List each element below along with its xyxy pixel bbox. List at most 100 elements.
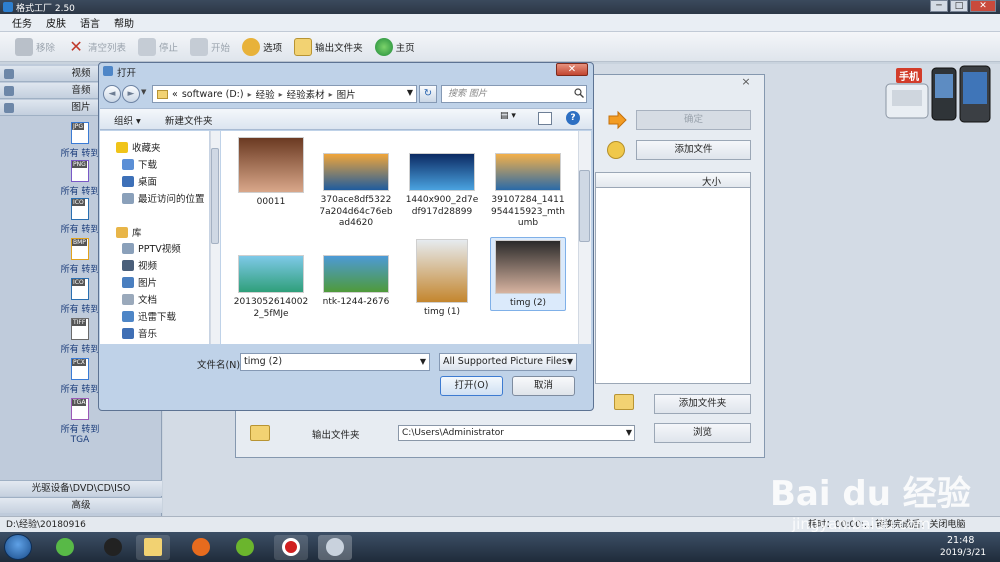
- image-thumbnail: [495, 240, 561, 294]
- menu-help[interactable]: 帮助: [114, 15, 134, 30]
- file-thumbnail[interactable]: ntk-1244-2676: [318, 237, 394, 309]
- address-dropdown-icon[interactable]: ▼: [407, 88, 413, 97]
- file-format-icon: ICO: [71, 278, 89, 300]
- download-folder-icon: [122, 158, 134, 170]
- taskbar-app-recorder[interactable]: [274, 535, 308, 560]
- nav-item[interactable]: PPTV视频: [122, 241, 181, 255]
- dialog-close-button[interactable]: ✕: [556, 63, 588, 76]
- image-thumbnail: [238, 255, 304, 293]
- category-optical[interactable]: 光驱设备\DVD\CD\ISO: [0, 480, 162, 496]
- filename-input[interactable]: timg (2) ▼: [240, 353, 430, 371]
- start-button[interactable]: 开始: [187, 37, 233, 56]
- nav-pane-scroll-thumb[interactable]: [211, 148, 219, 244]
- clock-time[interactable]: 21:48: [947, 535, 974, 546]
- nav-item[interactable]: 音乐: [122, 326, 157, 340]
- forward-button[interactable]: ►: [122, 85, 140, 103]
- start-button[interactable]: [4, 534, 32, 560]
- preview-pane-button[interactable]: [538, 112, 552, 125]
- home-button[interactable]: 主页: [372, 37, 418, 56]
- taskbar-app-explorer[interactable]: [136, 535, 170, 560]
- maximize-button[interactable]: □: [950, 0, 968, 12]
- panel-close-button[interactable]: ×: [738, 76, 754, 88]
- ok-button[interactable]: 确定: [636, 110, 751, 130]
- back-button[interactable]: ◄: [103, 85, 121, 103]
- change-view-button[interactable]: ▤ ▾: [500, 111, 528, 127]
- nav-item-label: 视频: [138, 261, 158, 272]
- stop-button[interactable]: 停止: [135, 37, 181, 56]
- open-button[interactable]: 打开(O): [440, 376, 503, 396]
- nav-item[interactable]: 下载: [122, 157, 157, 171]
- breadcrumb-pictures[interactable]: 图片: [337, 87, 356, 101]
- file-name: 1440x900_2d7edf917d28899: [405, 195, 479, 217]
- help-icon[interactable]: ?: [566, 111, 580, 125]
- cancel-button[interactable]: 取消: [512, 376, 575, 396]
- file-view-scroll-thumb[interactable]: [579, 170, 590, 242]
- taskbar-app-360[interactable]: [48, 535, 82, 560]
- breadcrumb-overflow[interactable]: «: [172, 89, 178, 100]
- new-folder-button[interactable]: 新建文件夹: [165, 113, 213, 127]
- search-input[interactable]: 搜索 图片: [441, 85, 587, 103]
- menu-skin[interactable]: 皮肤: [46, 15, 66, 30]
- options-button[interactable]: 选项: [239, 37, 285, 56]
- file-thumbnail[interactable]: 1440x900_2d7edf917d28899: [404, 135, 480, 218]
- nav-item[interactable]: 文档: [122, 292, 157, 306]
- taskbar-app-player[interactable]: [228, 535, 262, 560]
- nav-item[interactable]: 图片: [122, 275, 157, 289]
- remove-button[interactable]: 移除: [12, 37, 58, 56]
- clear-list-button[interactable]: ✕ 清空列表: [64, 37, 129, 56]
- pictures-library-icon: [122, 276, 134, 288]
- refresh-button[interactable]: ↻: [419, 85, 437, 103]
- file-thumbnail[interactable]: timg (1): [404, 237, 480, 319]
- breadcrumb-jingyan[interactable]: 经验: [256, 87, 275, 101]
- nav-item[interactable]: 桌面: [122, 174, 157, 188]
- nav-item[interactable]: 收藏夹: [116, 140, 161, 154]
- nav-item-label: 图片: [138, 278, 158, 289]
- options-icon: [242, 37, 261, 56]
- minimize-button[interactable]: ─: [930, 0, 948, 12]
- add-file-button[interactable]: 添加文件: [636, 140, 751, 160]
- file-thumbnail[interactable]: 00011: [233, 135, 309, 209]
- menu-task[interactable]: 任务: [12, 15, 32, 30]
- file-list[interactable]: [595, 172, 751, 384]
- file-thumbnail[interactable]: timg (2): [490, 237, 566, 311]
- breadcrumb-drive[interactable]: software (D:): [182, 89, 244, 100]
- format-tag: TIFF: [72, 319, 87, 326]
- file-type-select[interactable]: All Supported Picture Files ▼: [439, 353, 577, 371]
- category-advanced[interactable]: 高级: [0, 497, 162, 513]
- column-size[interactable]: 大小: [702, 174, 721, 188]
- nav-item[interactable]: 库: [116, 225, 142, 239]
- file-thumbnail[interactable]: 370ace8df53227a204d64c76ebad4620: [318, 135, 394, 230]
- organize-button[interactable]: 组织 ▾: [114, 113, 141, 127]
- taskbar-app-qq[interactable]: [96, 535, 130, 560]
- nav-item[interactable]: 迅雷下载: [122, 309, 176, 323]
- file-name: ntk-1244-2676: [322, 297, 390, 307]
- nav-item[interactable]: 视频: [122, 258, 157, 272]
- clock-date[interactable]: 2019/3/21: [940, 548, 986, 558]
- nav-item[interactable]: 最近访问的位置: [122, 191, 205, 205]
- close-button[interactable]: ✕: [970, 0, 996, 12]
- nav-item-label: 最近访问的位置: [138, 194, 205, 205]
- breadcrumb-sucai[interactable]: 经验素材: [287, 87, 325, 101]
- recent-locations-button[interactable]: ▼: [141, 88, 146, 96]
- baidu-watermark-url: jingyan.baidu.com: [792, 515, 931, 533]
- file-thumbnail[interactable]: 39107284_1411954415923_mthumb: [490, 135, 566, 230]
- taskbar-app-firefox[interactable]: [184, 535, 218, 560]
- output-folder-select[interactable]: C:\Users\Administrator ▼: [398, 425, 635, 441]
- audio-category-icon: [4, 86, 14, 96]
- add-folder-button[interactable]: 添加文件夹: [654, 394, 751, 414]
- address-bar[interactable]: « software (D:) ▸ 经验 ▸ 经验素材 ▸ 图片 ▼: [152, 85, 417, 103]
- file-format-icon: TIFF: [71, 318, 89, 340]
- dropdown-arrow-icon: ▼: [625, 428, 632, 437]
- image-thumbnail: [409, 153, 475, 191]
- format-tag: ICO: [72, 279, 85, 286]
- taskbar-app-format-factory[interactable]: [318, 535, 352, 560]
- browse-button[interactable]: 浏览: [654, 423, 751, 443]
- file-thumbnail[interactable]: 20130526140022_5fMJe: [233, 237, 309, 320]
- breadcrumb-separator: ▸: [328, 89, 333, 99]
- video-category-icon: [4, 69, 14, 79]
- output-folder-button[interactable]: 输出文件夹: [291, 37, 366, 56]
- remove-label: 移除: [36, 42, 56, 54]
- menu-language[interactable]: 语言: [80, 15, 100, 30]
- video-library-icon: [122, 259, 134, 271]
- dropdown-arrow-icon[interactable]: ▼: [420, 354, 426, 370]
